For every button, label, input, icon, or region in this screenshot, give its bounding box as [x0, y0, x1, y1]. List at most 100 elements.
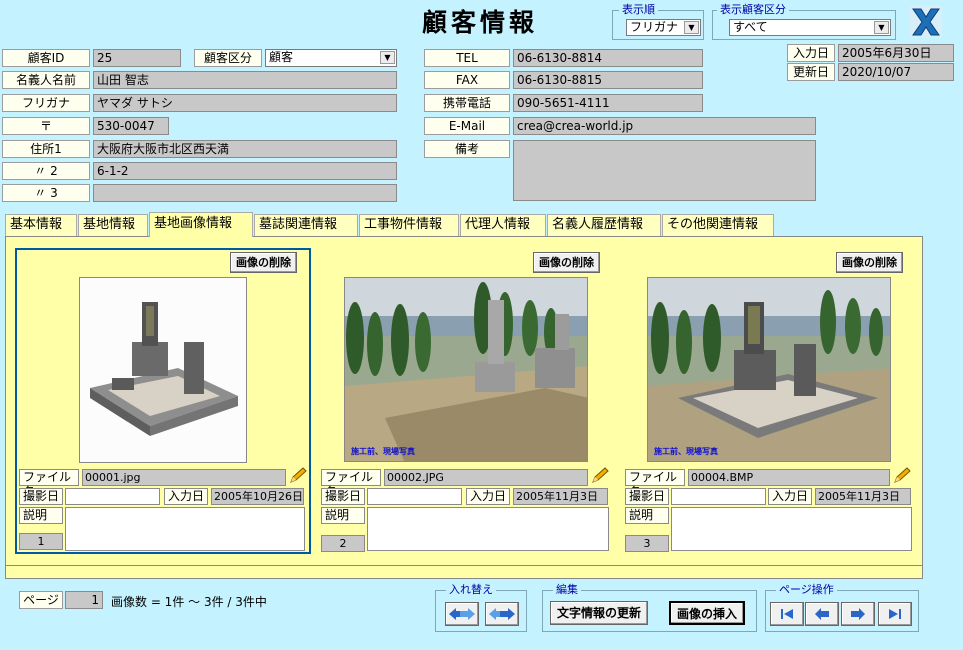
arrow-right-icon — [851, 608, 865, 620]
image-number: 2 — [321, 535, 365, 552]
customer-filter-value: すべて — [733, 20, 768, 34]
entry-date-field: 2005年11月3日 — [815, 488, 911, 505]
cemetery-photo-image — [345, 278, 587, 461]
delete-image-button[interactable]: 画像の削除 — [533, 252, 600, 273]
tab-construction[interactable]: 工事物件情報 — [359, 214, 459, 236]
file-name-label: ファイル名 — [321, 469, 381, 499]
swap-group-label: 入れ替え — [446, 583, 496, 596]
update-text-button[interactable]: 文字情報の更新 — [550, 601, 649, 625]
description-label: 説明 — [625, 507, 669, 524]
swap-arrows-icon — [449, 608, 475, 620]
tab-plot-info[interactable]: 基地情報 — [78, 214, 148, 236]
description-field[interactable] — [671, 507, 912, 551]
image-caption: 施工前、現場写真 — [351, 447, 415, 456]
address3-label: 〃 3 — [2, 184, 90, 202]
image-thumbnail[interactable]: 施工前、現場写真 — [647, 277, 891, 462]
address3-field[interactable] — [93, 184, 397, 202]
file-name-field[interactable]: 00002.JPG — [384, 469, 588, 486]
chevron-down-icon[interactable]: ▼ — [684, 21, 699, 34]
tab-basic-info[interactable]: 基本情報 — [5, 214, 77, 236]
pencil-icon — [290, 467, 307, 483]
description-field[interactable] — [65, 507, 305, 551]
address1-field[interactable]: 大阪府大阪市北区西天満 — [93, 140, 397, 158]
swap-left-button[interactable] — [445, 602, 479, 626]
image-thumbnail[interactable] — [79, 277, 247, 463]
shot-date-label: 撮影日 — [321, 488, 365, 505]
page-number-field[interactable]: 1 — [65, 591, 103, 609]
shot-date-field[interactable] — [367, 488, 462, 505]
edit-file-button[interactable] — [288, 467, 308, 485]
edit-group-label: 編集 — [553, 583, 581, 596]
first-page-icon — [781, 609, 793, 619]
tel-field[interactable]: 06-6130-8814 — [513, 49, 703, 67]
delete-image-button[interactable]: 画像の削除 — [230, 252, 297, 273]
page-label: ページ — [19, 591, 63, 609]
insert-image-button[interactable]: 画像の挿入 — [669, 601, 746, 625]
customer-filter-select[interactable]: すべて ▼ — [729, 19, 891, 36]
file-name-label: ファイル名 — [19, 469, 79, 499]
entry-date-field: 2005年6月30日 — [838, 44, 954, 62]
entry-date-label: 入力日 — [164, 488, 208, 505]
edit-file-button[interactable] — [892, 467, 912, 485]
tab-agent[interactable]: 代理人情報 — [460, 214, 546, 236]
swap-right-button[interactable] — [485, 602, 519, 626]
customer-id-field[interactable]: 25 — [93, 49, 181, 67]
description-field[interactable] — [367, 507, 609, 551]
customer-category-label: 顧客区分 — [194, 49, 262, 67]
address1-label: 住所1 — [2, 140, 90, 158]
address2-label: 〃 2 — [2, 162, 90, 180]
sort-order-group: 表示順 フリガナ ▼ — [612, 3, 704, 40]
next-page-button[interactable] — [841, 602, 875, 626]
last-page-button[interactable] — [878, 602, 912, 626]
kana-field[interactable]: ヤマダ サトシ — [93, 94, 397, 112]
fax-label: FAX — [424, 71, 510, 89]
file-name-field[interactable]: 00001.jpg — [82, 469, 286, 486]
mobile-label: 携帯電話 — [424, 94, 510, 112]
arrow-left-icon — [815, 608, 829, 620]
shot-date-field[interactable] — [671, 488, 766, 505]
last-page-icon — [889, 609, 901, 619]
tab-epitaph[interactable]: 墓誌関連情報 — [254, 214, 358, 236]
entry-date-label: 入力日 — [787, 44, 835, 62]
email-label: E-Mail — [424, 117, 510, 135]
image-thumbnail[interactable]: 施工前、現場写真 — [344, 277, 588, 462]
entry-date-field: 2005年10月26日 — [211, 488, 304, 505]
shot-date-label: 撮影日 — [19, 488, 63, 505]
tab-holder-history[interactable]: 名義人履歴情報 — [547, 214, 661, 236]
sort-order-select[interactable]: フリガナ ▼ — [626, 19, 701, 36]
customer-category-select[interactable]: 顧客 ▼ — [265, 49, 397, 67]
swap-arrows-icon — [489, 608, 515, 620]
close-button[interactable] — [910, 6, 942, 38]
chevron-down-icon[interactable]: ▼ — [874, 21, 889, 34]
image-caption: 施工前、現場写真 — [654, 447, 718, 456]
status-strip — [5, 566, 923, 579]
email-field[interactable]: crea@crea-world.jp — [513, 117, 816, 135]
pencil-icon — [592, 467, 609, 483]
zip-label: 〒 — [2, 117, 90, 135]
delete-image-button[interactable]: 画像の削除 — [836, 252, 903, 273]
zip-field[interactable]: 530-0047 — [93, 117, 169, 135]
customer-filter-label: 表示顧客区分 — [717, 3, 789, 16]
customer-filter-group: 表示顧客区分 すべて ▼ — [712, 3, 896, 40]
prev-page-button[interactable] — [805, 602, 839, 626]
mobile-field[interactable]: 090-5651-4111 — [513, 94, 703, 112]
customer-id-label: 顧客ID — [2, 49, 90, 67]
address2-field[interactable]: 6-1-2 — [93, 162, 397, 180]
update-date-field: 2020/10/07 — [838, 63, 954, 81]
file-name-field[interactable]: 00004.BMP — [688, 469, 890, 486]
holder-name-field[interactable]: 山田 智志 — [93, 71, 397, 89]
shot-date-field[interactable] — [65, 488, 160, 505]
tel-label: TEL — [424, 49, 510, 67]
first-page-button[interactable] — [770, 602, 804, 626]
tab-plot-images[interactable]: 基地画像情報 — [149, 212, 253, 237]
description-label: 説明 — [19, 507, 63, 524]
edit-file-button[interactable] — [590, 467, 610, 485]
page-title: 顧客情報 — [422, 8, 539, 37]
gravestone-image — [80, 278, 246, 462]
tab-other[interactable]: その他関連情報 — [662, 214, 774, 236]
chevron-down-icon[interactable]: ▼ — [380, 51, 395, 64]
image-count-text: 画像数 = 1件 ～ 3件 / 3件中 — [111, 595, 267, 609]
note-field[interactable] — [513, 140, 816, 201]
entry-date-label: 入力日 — [466, 488, 510, 505]
fax-field[interactable]: 06-6130-8815 — [513, 71, 703, 89]
